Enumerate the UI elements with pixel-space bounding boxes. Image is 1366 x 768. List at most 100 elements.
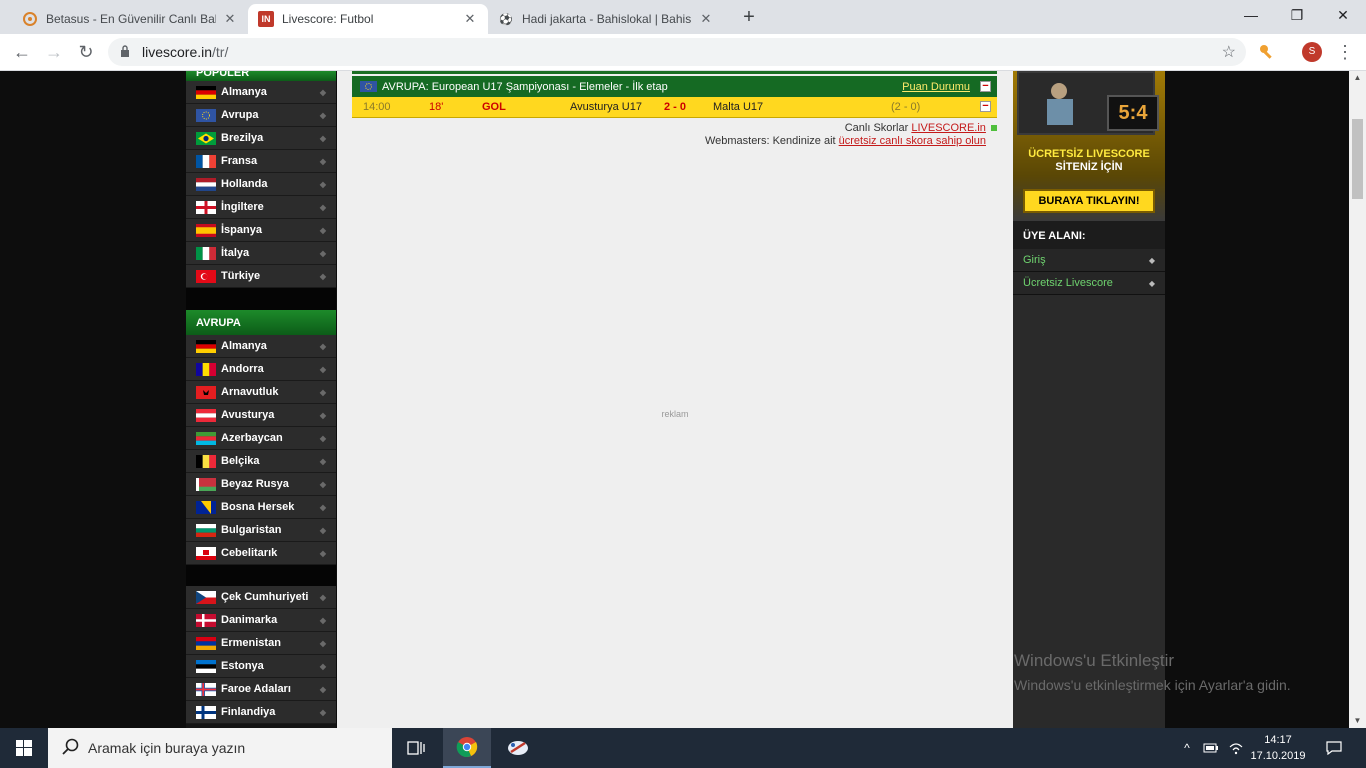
cz-flag-icon <box>196 590 216 604</box>
eu-flag-icon <box>360 81 377 92</box>
url-host: livescore.in <box>142 44 213 60</box>
nav-item-al[interactable]: Arnavutluk ◆ <box>186 381 336 404</box>
match-row[interactable]: 14:00 18' GOL Avusturya U17 2 - 0 Malta … <box>352 97 997 118</box>
az-flag-icon <box>196 431 216 445</box>
profile-avatar[interactable]: S <box>1302 42 1322 62</box>
europe-section-title: AVRUPA <box>186 310 336 335</box>
livescore-link[interactable]: LIVESCORE.in <box>911 122 986 134</box>
nav-item-eu[interactable]: Avrupa ◆ <box>186 104 336 127</box>
tab-title: Livescore: Futbol <box>282 12 374 26</box>
reload-button[interactable]: ↻ <box>74 40 98 64</box>
diamond-icon: ◆ <box>319 364 326 374</box>
notification-icon[interactable] <box>1320 728 1348 768</box>
scroll-thumb[interactable] <box>1352 119 1363 199</box>
nav-item-by[interactable]: Beyaz Rusya ◆ <box>186 473 336 496</box>
taskbar-clock[interactable]: 14:17 17.10.2019 <box>1248 732 1308 764</box>
key-extension-icon[interactable] <box>1258 43 1276 61</box>
nav-item-at[interactable]: Avusturya ◆ <box>186 404 336 427</box>
home-team: Avusturya U17 <box>570 101 642 113</box>
browser-menu-icon[interactable]: ⋮ <box>1336 40 1354 64</box>
task-view-button[interactable] <box>392 728 440 768</box>
activation-watermark-title: Windows'u Etkinleştir <box>1014 651 1175 670</box>
close-tab-icon[interactable]: ✕ <box>462 11 478 27</box>
fo-flag-icon <box>196 682 216 696</box>
start-button[interactable] <box>0 728 48 768</box>
nav-item-bg[interactable]: Bulgaristan ◆ <box>186 519 336 542</box>
nav-item-az[interactable]: Azerbaycan ◆ <box>186 427 336 450</box>
nav-item-de[interactable]: Almanya ◆ <box>186 335 336 358</box>
wifi-icon[interactable] <box>1226 728 1246 768</box>
promo-click-button[interactable]: BURAYA TIKLAYIN! <box>1023 189 1155 213</box>
away-team: Malta U17 <box>713 101 764 113</box>
nav-item-gi[interactable]: Cebelitarık ◆ <box>186 542 336 565</box>
address-bar[interactable]: livescore.in/tr/ ☆ <box>108 38 1246 66</box>
member-item-login[interactable]: Giriş ◆ <box>1013 249 1165 272</box>
nav-item-br[interactable]: Brezilya ◆ <box>186 127 336 150</box>
scroll-up-icon[interactable]: ▲ <box>1349 71 1366 85</box>
promo-score: 5:4 <box>1107 95 1159 131</box>
eu-flag-icon <box>196 108 216 122</box>
maximize-button[interactable]: ❐ <box>1274 0 1320 30</box>
nav-item-tr[interactable]: Türkiye ◆ <box>186 265 336 288</box>
nav-item-cz[interactable]: Çek Cumhuriyeti ◆ <box>186 586 336 609</box>
nav-item-am[interactable]: Ermenistan ◆ <box>186 632 336 655</box>
diamond-icon: ◆ <box>319 684 326 694</box>
diamond-icon: ◆ <box>319 479 326 489</box>
nav-item-en[interactable]: İngiltere ◆ <box>186 196 336 219</box>
footer-text-1: Canlı Skorlar <box>844 122 909 134</box>
tab-betasus[interactable]: Betasus - En Güvenilir Canlı Bahis ✕ <box>12 4 248 34</box>
member-item-free-livescore[interactable]: Ücretsiz Livescore ◆ <box>1013 272 1165 295</box>
close-window-button[interactable]: ✕ <box>1320 0 1366 30</box>
nav-item-label: İngiltere <box>221 201 264 213</box>
collapse-icon[interactable]: − <box>980 81 991 92</box>
nav-item-ad[interactable]: Andorra ◆ <box>186 358 336 381</box>
page-scrollbar[interactable]: ▲ ▼ <box>1349 71 1366 728</box>
nav-item-label: Almanya <box>221 86 267 98</box>
promo-banner[interactable]: 5:4 ÜCRETSİZ LIVESCORE SİTENİZ İÇİN BURA… <box>1013 71 1165 221</box>
by-flag-icon <box>196 477 216 491</box>
nl-flag-icon <box>196 177 216 191</box>
nav-item-de[interactable]: Almanya ◆ <box>186 81 336 104</box>
nav-item-label: Avusturya <box>221 409 275 421</box>
tab-bahislokal[interactable]: ⚽ Hadi jakarta - Bahislokal | Bahis f ✕ <box>488 4 724 34</box>
nav-item-ba[interactable]: Bosna Hersek ◆ <box>186 496 336 519</box>
forward-button[interactable]: → <box>42 40 66 64</box>
europe-list: Almanya ◆ Andorra ◆ Arnavutluk ◆ Avusturya ◆ Aze… <box>186 335 336 565</box>
nav-item-dk[interactable]: Danimarka ◆ <box>186 609 336 632</box>
ba-flag-icon <box>196 500 216 514</box>
minimize-button[interactable]: — <box>1228 0 1274 30</box>
nav-item-label: Belçika <box>221 455 260 467</box>
close-tab-icon[interactable]: ✕ <box>698 11 714 27</box>
diamond-icon: ◆ <box>319 341 326 351</box>
nav-item-fr[interactable]: Fransa ◆ <box>186 150 336 173</box>
en-flag-icon <box>196 200 216 214</box>
back-button[interactable]: ← <box>10 40 34 64</box>
nav-item-fo[interactable]: Faroe Adaları ◆ <box>186 678 336 701</box>
battery-icon[interactable] <box>1200 728 1222 768</box>
free-livescore-link[interactable]: ücretsiz canlı skora sahip olun <box>839 135 986 147</box>
promo-line-2: SİTENİZ İÇİN <box>1055 161 1123 173</box>
taskbar-search-box[interactable]: Aramak için buraya yazın <box>48 728 392 768</box>
tray-expand-icon[interactable]: ^ <box>1178 728 1196 768</box>
promo-line-1: ÜCRETSİZ LIVESCORE <box>1028 148 1150 160</box>
nav-item-ee[interactable]: Estonya ◆ <box>186 655 336 678</box>
member-item-label: Ücretsiz Livescore <box>1023 277 1113 289</box>
close-tab-icon[interactable]: ✕ <box>222 11 238 27</box>
match-event: GOL <box>482 101 506 113</box>
nav-item-nl[interactable]: Hollanda ◆ <box>186 173 336 196</box>
nav-item-es[interactable]: İspanya ◆ <box>186 219 336 242</box>
nav-item-fi[interactable]: Finlandiya ◆ <box>186 701 336 724</box>
bookmark-star-icon[interactable]: ☆ <box>1222 42 1236 62</box>
collapse-icon[interactable]: − <box>980 101 991 112</box>
scroll-down-icon[interactable]: ▼ <box>1349 714 1366 728</box>
diamond-icon: ◆ <box>319 615 326 625</box>
new-tab-button[interactable]: + <box>738 6 760 28</box>
chrome-taskbar-button[interactable] <box>443 728 491 768</box>
member-item-label: Giriş <box>1023 254 1046 266</box>
diamond-icon: ◆ <box>319 707 326 717</box>
nav-item-be[interactable]: Belçika ◆ <box>186 450 336 473</box>
tab-livescore[interactable]: IN Livescore: Futbol ✕ <box>248 4 488 34</box>
app-taskbar-button[interactable] <box>494 728 542 768</box>
standings-link[interactable]: Puan Durumu <box>902 81 970 93</box>
nav-item-it[interactable]: İtalya ◆ <box>186 242 336 265</box>
